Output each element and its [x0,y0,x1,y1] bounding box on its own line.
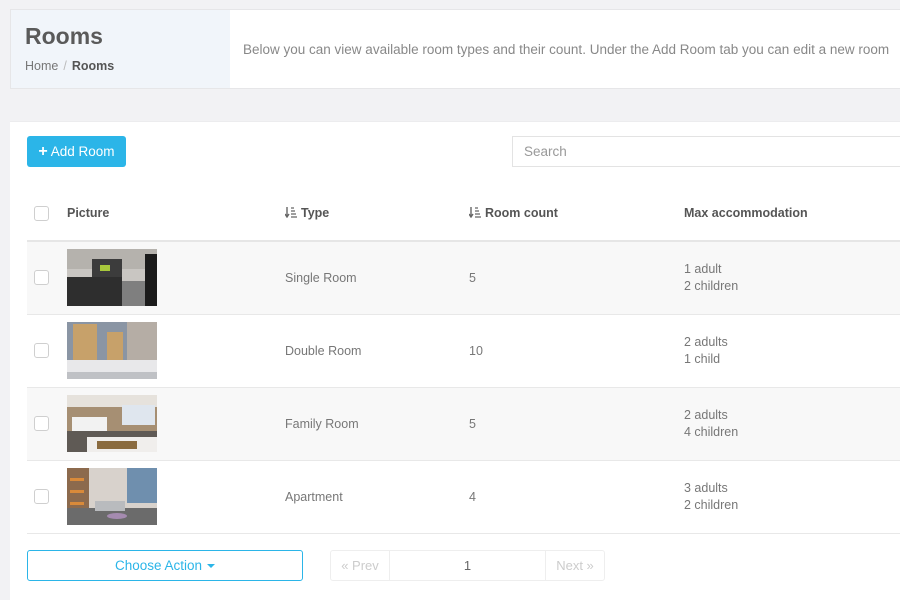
prev-page-button[interactable]: « Prev [331,551,389,580]
room-type: Apartment [285,460,469,534]
max-children: 2 children [684,497,739,512]
table-row[interactable]: Double Room 10 2 adults 1 child [27,314,900,388]
choose-action-dropdown[interactable]: Choose Action [27,550,303,581]
caret-down-icon [207,563,216,568]
max-adults: 1 adult [684,261,722,276]
current-page[interactable]: 1 [389,551,546,580]
choose-action-label: Choose Action [114,558,203,573]
row-checkbox[interactable] [34,270,49,286]
apartment-photo [67,468,157,525]
sort-amount-down-icon [469,207,481,218]
room-type: Single Room [285,241,469,315]
room-count: 5 [469,241,684,315]
pagination: « Prev 1 Next » [330,550,605,581]
column-max-accommodation: Max accommodation [684,186,900,242]
max-accommodation: 2 adults 4 children [684,387,900,461]
room-count: 10 [469,314,684,388]
page-title: Rooms [25,23,103,49]
next-page-button[interactable]: Next » [546,551,604,580]
add-room-label: Add Room [50,144,115,159]
max-accommodation: 2 adults 1 child [684,314,900,388]
column-type-label: Type [301,206,330,220]
breadcrumb-home[interactable]: Home [25,59,58,73]
add-room-button[interactable]: + Add Room [27,136,126,167]
column-room-count[interactable]: Room count [469,186,684,242]
breadcrumb: Home / Rooms [25,59,230,73]
page-description: Below you can view available room types … [243,42,890,57]
table-header-row: Picture Type Room count Max accommodatio… [27,186,900,242]
rooms-table: Picture Type Room count Max accommodatio… [27,186,900,534]
sort-amount-down-icon [285,207,297,218]
table-row[interactable]: Apartment 4 3 adults 2 children [27,460,900,534]
single-room-photo [67,249,157,307]
room-type: Family Room [285,387,469,461]
max-adults: 2 adults [684,407,728,422]
breadcrumb-current: Rooms [71,59,115,73]
column-picture: Picture [67,186,285,242]
plus-icon: + [38,142,48,160]
max-adults: 3 adults [684,480,728,495]
column-room-count-label: Room count [485,206,558,220]
column-type[interactable]: Type [285,186,469,242]
rooms-card: + Add Room Picture Type Room count [10,121,900,600]
select-all-checkbox[interactable] [34,205,49,221]
max-children: 2 children [684,278,739,293]
row-checkbox[interactable] [34,489,49,505]
max-accommodation: 3 adults 2 children [684,460,900,534]
max-accommodation: 1 adult 2 children [684,241,900,315]
double-room-photo [67,322,157,379]
max-children: 4 children [684,424,739,439]
header-title-panel: Rooms Home / Rooms [11,10,230,88]
search-input[interactable] [512,136,900,167]
family-room-photo [67,395,157,452]
room-count: 5 [469,387,684,461]
max-adults: 2 adults [684,334,728,349]
room-type: Double Room [285,314,469,388]
room-count: 4 [469,460,684,534]
page-header: Rooms Home / Rooms Below you can view avai… [10,9,900,89]
row-checkbox[interactable] [34,343,49,359]
breadcrumb-separator: / [63,59,67,73]
row-checkbox[interactable] [34,416,49,432]
max-children: 1 child [684,351,721,366]
table-row[interactable]: Family Room 5 2 adults 4 children [27,387,900,461]
table-row[interactable]: Single Room 5 1 adult 2 children [27,241,900,315]
